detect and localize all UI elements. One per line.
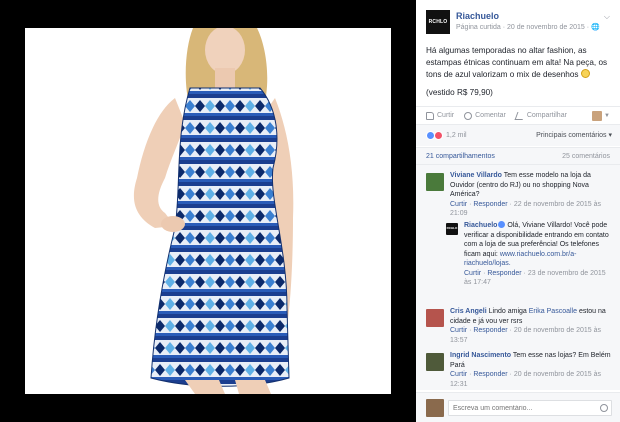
reaction-count[interactable]: 1,2 mil bbox=[446, 132, 467, 139]
comment-reply-link[interactable]: Responder bbox=[473, 371, 507, 378]
sort-label: Principais comentários bbox=[536, 132, 607, 139]
mentioned-user-link[interactable]: Erika Pascoalle bbox=[529, 308, 577, 315]
smile-emoji-icon bbox=[580, 69, 590, 78]
avatar[interactable] bbox=[426, 309, 444, 327]
post-header: RCHLO Riachuelo Página curtida · 20 de n… bbox=[426, 10, 614, 38]
caption-text: Há algumas temporadas no altar fashion, … bbox=[426, 46, 608, 79]
page-avatar[interactable]: RCHLO bbox=[426, 10, 450, 34]
comments-count: 25 comentários bbox=[562, 153, 610, 160]
comment-button[interactable]: Comentar bbox=[464, 111, 506, 120]
comment-reply-link[interactable]: Responder bbox=[473, 201, 507, 208]
comment-meta: Curtir · Responder · 22 de novembro de 2… bbox=[450, 200, 602, 218]
avatar[interactable] bbox=[426, 173, 444, 191]
avatar bbox=[426, 399, 444, 417]
love-reaction-icon bbox=[434, 131, 443, 140]
chevron-down-icon[interactable]: ⌵ bbox=[604, 12, 610, 22]
emoji-icon[interactable] bbox=[600, 404, 608, 412]
avatar bbox=[592, 111, 603, 121]
comment-author[interactable]: Ingrid Nascimento bbox=[450, 352, 511, 359]
post-side-panel: RCHLO Riachuelo Página curtida · 20 de n… bbox=[416, 0, 620, 422]
comment-reply-link[interactable]: Responder bbox=[487, 270, 521, 277]
like-label: Curtir bbox=[437, 112, 455, 119]
share-label: Compartilhar bbox=[526, 112, 567, 119]
product-photo[interactable]: RCHLO bbox=[25, 28, 391, 394]
share-button[interactable]: Compartilhar bbox=[514, 111, 567, 120]
page-name-link[interactable]: Riachuelo bbox=[456, 11, 499, 21]
comment-meta: Curtir · Responder · 20 de novembro de 2… bbox=[450, 371, 602, 388]
caret-down-icon: ▼ bbox=[604, 113, 610, 119]
engagement-summary: 21 compartilhamentos 25 comentários bbox=[416, 147, 620, 165]
price-text: (vestido R$ 79,90) bbox=[426, 88, 493, 97]
photo-viewer: RCHLO bbox=[0, 0, 416, 422]
shares-count-link[interactable]: 21 compartilhamentos bbox=[426, 153, 495, 160]
comment-author[interactable]: Riachuelo bbox=[464, 222, 497, 229]
comment-bubble-icon bbox=[464, 111, 473, 120]
thumbs-up-icon bbox=[426, 111, 434, 120]
comment-item: Ingrid Nascimento Tem esse nas lojas? Em… bbox=[426, 351, 612, 389]
comment-author[interactable]: Cris Angeli bbox=[450, 308, 487, 315]
comment-like-link[interactable]: Curtir bbox=[450, 371, 467, 378]
post-timestamp: Página curtida · 20 de novembro de 2015 … bbox=[456, 24, 600, 31]
comment-like-link[interactable]: Curtir bbox=[464, 270, 481, 277]
avatar[interactable] bbox=[426, 353, 444, 371]
comment-reply-link[interactable]: Responder bbox=[473, 327, 507, 334]
page-avatar[interactable]: RCHLO bbox=[446, 223, 458, 235]
comment-meta: Curtir · Responder · 23 de novembro de 2… bbox=[464, 269, 606, 287]
comments-list: Viviane Villardo Tem esse modelo na loja… bbox=[416, 165, 620, 390]
comment-like-link[interactable]: Curtir bbox=[450, 327, 467, 334]
dress-illustration bbox=[25, 28, 391, 394]
comment-like-link[interactable]: Curtir bbox=[450, 201, 467, 208]
like-button[interactable]: Curtir bbox=[426, 111, 455, 120]
post-actions-bar: Curtir Comentar Compartilhar ▼ bbox=[416, 106, 620, 124]
comment-date: 23 de novembro de 2015 às 17:47 bbox=[464, 269, 606, 287]
comment-reply-item: RCHLO Riachuelo Olá, Viviane Villardo! V… bbox=[446, 221, 612, 288]
comment-text-start: Lindo amiga bbox=[488, 308, 527, 315]
reactions-row[interactable]: 1,2 mil Principais comentários ▾ bbox=[416, 124, 620, 146]
comment-label: Comentar bbox=[475, 112, 506, 119]
share-arrow-icon bbox=[514, 111, 526, 120]
watermark-logo: RCHLO bbox=[308, 372, 367, 388]
comment-composer bbox=[416, 392, 620, 422]
comment-meta: Curtir · Responder · 20 de novembro de 2… bbox=[450, 327, 602, 344]
comment-sort-dropdown[interactable]: Principais comentários ▾ bbox=[536, 131, 612, 139]
comment-item: Cris Angeli Lindo amiga Erika Pascoalle … bbox=[426, 307, 612, 345]
comment-input[interactable] bbox=[448, 400, 612, 416]
verified-badge-icon bbox=[498, 221, 506, 228]
comment-item: Viviane Villardo Tem esse modelo na loja… bbox=[426, 171, 612, 219]
comment-author[interactable]: Viviane Villardo bbox=[450, 172, 502, 179]
post-caption: Há algumas temporadas no altar fashion, … bbox=[426, 45, 612, 99]
identity-switcher[interactable]: ▼ bbox=[592, 111, 610, 121]
